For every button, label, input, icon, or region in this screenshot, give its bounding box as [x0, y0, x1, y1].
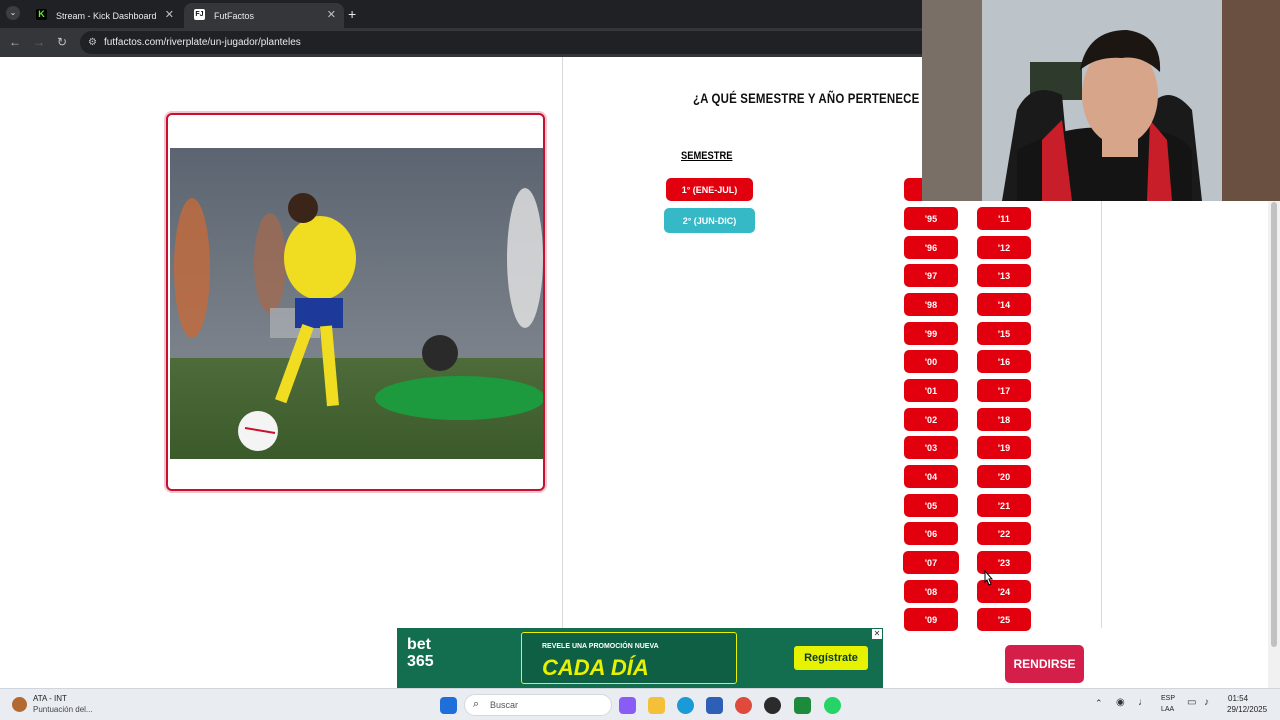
year-button[interactable]: '08 — [904, 580, 958, 603]
year-button[interactable]: '14 — [977, 293, 1031, 316]
tab-label: FutFactos — [214, 10, 255, 21]
player-photo-image — [170, 148, 543, 459]
year-button[interactable]: '22 — [977, 522, 1031, 545]
site-info-icon[interactable]: ⚙ — [88, 31, 97, 54]
microphone-icon[interactable]: ♩ — [1138, 697, 1148, 708]
store-icon[interactable] — [706, 697, 723, 714]
year-button[interactable]: '09 — [904, 608, 958, 631]
back-icon[interactable]: ← — [9, 35, 21, 49]
ad-promo-main: CADA DÍA — [542, 655, 649, 680]
search-icon: ⌕ — [473, 698, 480, 710]
column-divider — [1101, 201, 1102, 628]
semester-heading: SEMESTRE — [681, 150, 733, 162]
year-button[interactable]: '25 — [977, 608, 1031, 631]
ad-promo-top: REVELE UNA PROMOCIÓN NUEVA — [542, 643, 659, 650]
year-button[interactable]: '99 — [904, 322, 958, 345]
semester-1-button[interactable]: 1° (ENE-JUL) — [666, 178, 753, 201]
tab-label: Stream - Kick Dashboard — [56, 10, 157, 21]
language-bottom[interactable]: LAA — [1161, 706, 1174, 713]
windows-taskbar: ATA - INT Puntuación del... ⌕ Buscar ⌃ ◉… — [0, 688, 1280, 720]
semester-2-button[interactable]: 2° (JUN-DIC) — [664, 208, 755, 233]
url-field[interactable]: ⚙ futfactos.com/riverplate/un-jugador/pl… — [80, 31, 940, 54]
year-button[interactable]: '12 — [977, 236, 1031, 259]
year-button[interactable]: '97 — [904, 264, 958, 287]
language-top[interactable]: ESP — [1161, 695, 1175, 702]
scrollbar-thumb[interactable] — [1271, 202, 1277, 647]
page-scrollbar[interactable] — [1268, 200, 1280, 688]
player-photo — [170, 148, 543, 459]
year-button[interactable]: '04 — [904, 465, 958, 488]
close-icon[interactable]: ✕ — [327, 8, 336, 21]
ad-close-icon[interactable]: ✕ — [872, 629, 882, 639]
kick-icon: K — [36, 9, 47, 20]
year-button[interactable]: '02 — [904, 408, 958, 431]
year-button[interactable]: '17 — [977, 379, 1031, 402]
year-button[interactable]: '06 — [904, 522, 958, 545]
weather-notification-icon[interactable] — [12, 697, 27, 712]
year-button[interactable]: '18 — [977, 408, 1031, 431]
question-heading: ¿A QUÉ SEMESTRE Y AÑO PERTENECE L — [693, 90, 930, 106]
clock-time[interactable]: 01:54 — [1228, 694, 1248, 703]
file-explorer-icon[interactable] — [648, 697, 665, 714]
futfactos-icon: FJ — [194, 9, 205, 20]
chrome-icon[interactable] — [735, 697, 752, 714]
year-button[interactable]: '95 — [904, 207, 958, 230]
forward-icon[interactable]: → — [33, 35, 45, 49]
webcam-image — [922, 0, 1280, 201]
year-button[interactable]: '96 — [904, 236, 958, 259]
year-button[interactable]: '20 — [977, 465, 1031, 488]
tab-futfactos[interactable]: FJ FutFactos ✕ — [184, 3, 344, 28]
reload-icon[interactable]: ↻ — [57, 35, 67, 49]
mouse-cursor-icon — [984, 570, 994, 586]
year-button[interactable]: '21 — [977, 494, 1031, 517]
windows-start-icon[interactable] — [440, 697, 457, 714]
webcam-overlay — [922, 0, 1280, 201]
display-icon[interactable]: ▭ — [1187, 697, 1196, 708]
year-button[interactable]: '03 — [904, 436, 958, 459]
close-icon[interactable]: ✕ — [165, 8, 174, 21]
volume-icon[interactable]: ♪ — [1204, 697, 1209, 708]
ad-banner[interactable]: bet 365 REVELE UNA PROMOCIÓN NUEVA CADA … — [397, 628, 883, 688]
year-button[interactable]: '05 — [904, 494, 958, 517]
year-button[interactable]: '01 — [904, 379, 958, 402]
column-divider — [562, 57, 563, 628]
obs-icon[interactable] — [764, 697, 781, 714]
player-photo-card — [166, 113, 545, 491]
new-tab-icon[interactable]: + — [348, 6, 356, 22]
ad-register-button[interactable]: Regístrate — [794, 646, 868, 670]
network-icon[interactable]: ◉ — [1116, 697, 1125, 708]
edge-icon[interactable] — [677, 697, 694, 714]
notification-title: ATA - INT — [33, 694, 67, 703]
year-button[interactable]: '19 — [977, 436, 1031, 459]
chevron-up-icon[interactable]: ⌃ — [1095, 698, 1103, 709]
notification-sub: Puntuación del... — [33, 705, 93, 714]
whatsapp-icon[interactable] — [824, 697, 841, 714]
search-placeholder: Buscar — [490, 700, 519, 710]
copilot-icon[interactable] — [619, 697, 636, 714]
tab-kick[interactable]: K Stream - Kick Dashboard ✕ — [26, 3, 182, 28]
year-button[interactable]: '07 — [903, 551, 959, 574]
xbox-icon[interactable] — [794, 697, 811, 714]
clock-date[interactable]: 29/12/2025 — [1227, 705, 1267, 714]
year-button[interactable]: '11 — [977, 207, 1031, 230]
year-button[interactable]: '00 — [904, 350, 958, 373]
year-button[interactable]: '16 — [977, 350, 1031, 373]
surrender-button[interactable]: RENDIRSE — [1005, 645, 1084, 683]
url-text: futfactos.com/riverplate/un-jugador/plan… — [104, 37, 301, 48]
bet365-logo: bet 365 — [407, 636, 434, 670]
year-button[interactable]: '13 — [977, 264, 1031, 287]
tab-search-icon[interactable]: ⌄ — [6, 6, 20, 20]
year-button[interactable]: '15 — [977, 322, 1031, 345]
year-button[interactable]: '98 — [904, 293, 958, 316]
taskbar-search[interactable]: ⌕ Buscar — [464, 694, 612, 716]
ad-promo-box: REVELE UNA PROMOCIÓN NUEVA CADA DÍA — [521, 632, 737, 684]
